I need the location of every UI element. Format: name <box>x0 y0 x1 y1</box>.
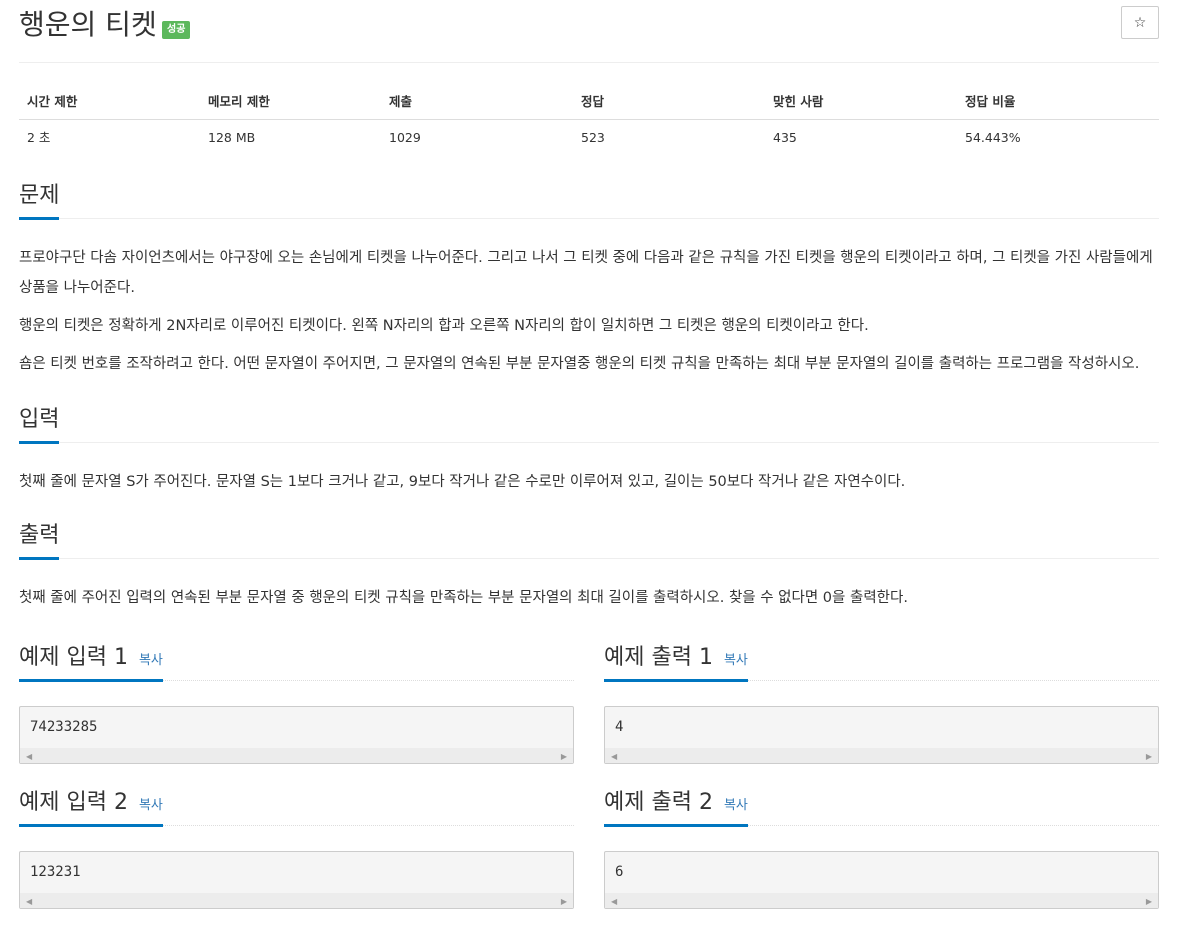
memory-limit-value: 128 MB <box>208 130 256 145</box>
horizontal-scrollbar[interactable]: ◀ ▶ <box>605 893 1158 908</box>
sample-input-heading: 예제 입력 1 <box>19 645 128 670</box>
description-heading: 문제 <box>19 177 60 220</box>
scroll-right-icon[interactable]: ▶ <box>561 752 567 761</box>
sample-output-box[interactable]: 4 ◀ ▶ <box>604 706 1159 764</box>
sample-output-box[interactable]: 6 ◀ ▶ <box>604 851 1159 909</box>
header-submissions: 제출 <box>381 84 573 120</box>
sample-input-1: 예제 입력 1 복사 74233285 ◀ ▶ <box>19 639 574 764</box>
sample-input-value: 74233285 <box>30 719 98 735</box>
sample-output-value: 6 <box>615 864 624 880</box>
table-row: 2 초 128 MB 1029 523 435 54.443% <box>19 120 1159 156</box>
header-accepted: 정답 <box>573 84 765 120</box>
input-heading: 입력 <box>19 401 60 444</box>
copy-link[interactable]: 복사 <box>139 798 163 813</box>
problem-header: 행운의 티켓 성공 ☆ <box>19 0 1159 63</box>
scroll-left-icon[interactable]: ◀ <box>611 752 617 761</box>
status-badge: 성공 <box>162 21 191 39</box>
output-description: 첫째 줄에 주어진 입력의 연속된 부분 문자열 중 행운의 티켓 규칙을 만족… <box>19 590 908 606</box>
time-limit-value: 2 초 <box>27 130 51 145</box>
page-title: 행운의 티켓 <box>19 8 157 41</box>
sample-output-heading: 예제 출력 1 <box>604 645 713 670</box>
copy-link[interactable]: 복사 <box>139 653 163 668</box>
header-solved-users: 맞힌 사람 <box>765 84 957 120</box>
input-description: 첫째 줄에 문자열 S가 주어진다. 문자열 S는 1보다 크거나 같고, 9보… <box>19 474 906 490</box>
solved-users-value: 435 <box>773 130 797 145</box>
sample-output-value: 4 <box>615 719 624 735</box>
sample-input-box[interactable]: 74233285 ◀ ▶ <box>19 706 574 764</box>
scroll-left-icon[interactable]: ◀ <box>611 897 617 906</box>
table-header-row: 시간 제한 메모리 제한 제출 정답 맞힌 사람 정답 비율 <box>19 84 1159 120</box>
scroll-left-icon[interactable]: ◀ <box>26 752 32 761</box>
submissions-value: 1029 <box>389 130 421 145</box>
sample-input-value: 123231 <box>30 864 81 880</box>
description-paragraph: 행운의 티켓은 정확하게 2N자리로 이루어진 티켓이다. 왼쪽 N자리의 합과… <box>19 318 869 334</box>
accepted-value: 523 <box>581 130 605 145</box>
sample-output-1: 예제 출력 1 복사 4 ◀ ▶ <box>604 639 1159 764</box>
scroll-right-icon[interactable]: ▶ <box>561 897 567 906</box>
horizontal-scrollbar[interactable]: ◀ ▶ <box>605 748 1158 763</box>
problem-description-section: 문제 프로야구단 다솜 자이언츠에서는 야구장에 오는 손님에게 티켓을 나누어… <box>19 177 1159 379</box>
header-accept-ratio: 정답 비율 <box>957 84 1159 120</box>
accept-ratio-value: 54.443% <box>965 130 1021 145</box>
scroll-right-icon[interactable]: ▶ <box>1146 897 1152 906</box>
samples-area: 예제 입력 1 복사 74233285 ◀ ▶ 예제 출력 1 복사 4 ◀ ▶… <box>19 639 1159 939</box>
output-heading: 출력 <box>19 517 60 560</box>
input-section: 입력 첫째 줄에 문자열 S가 주어진다. 문자열 S는 1보다 크거나 같고,… <box>19 401 1159 497</box>
sample-input-heading: 예제 입력 2 <box>19 790 128 815</box>
sample-output-2: 예제 출력 2 복사 6 ◀ ▶ <box>604 784 1159 909</box>
copy-link[interactable]: 복사 <box>724 798 748 813</box>
problem-info-table: 시간 제한 메모리 제한 제출 정답 맞힌 사람 정답 비율 2 초 128 M… <box>19 84 1159 155</box>
scroll-left-icon[interactable]: ◀ <box>26 897 32 906</box>
favorite-button[interactable]: ☆ <box>1121 6 1159 39</box>
description-paragraph: 숌은 티켓 번호를 조작하려고 한다. 어떤 문자열이 주어지면, 그 문자열의… <box>19 356 1140 372</box>
sample-input-2: 예제 입력 2 복사 123231 ◀ ▶ <box>19 784 574 909</box>
header-time-limit: 시간 제한 <box>19 84 200 120</box>
horizontal-scrollbar[interactable]: ◀ ▶ <box>20 893 573 908</box>
copy-link[interactable]: 복사 <box>724 653 748 668</box>
sample-output-heading: 예제 출력 2 <box>604 790 713 815</box>
star-icon: ☆ <box>1133 15 1147 31</box>
sample-input-box[interactable]: 123231 ◀ ▶ <box>19 851 574 909</box>
horizontal-scrollbar[interactable]: ◀ ▶ <box>20 748 573 763</box>
description-paragraph: 프로야구단 다솜 자이언츠에서는 야구장에 오는 손님에게 티켓을 나누어준다.… <box>19 250 1153 296</box>
header-memory-limit: 메모리 제한 <box>200 84 381 120</box>
scroll-right-icon[interactable]: ▶ <box>1146 752 1152 761</box>
output-section: 출력 첫째 줄에 주어진 입력의 연속된 부분 문자열 중 행운의 티켓 규칙을… <box>19 517 1159 613</box>
